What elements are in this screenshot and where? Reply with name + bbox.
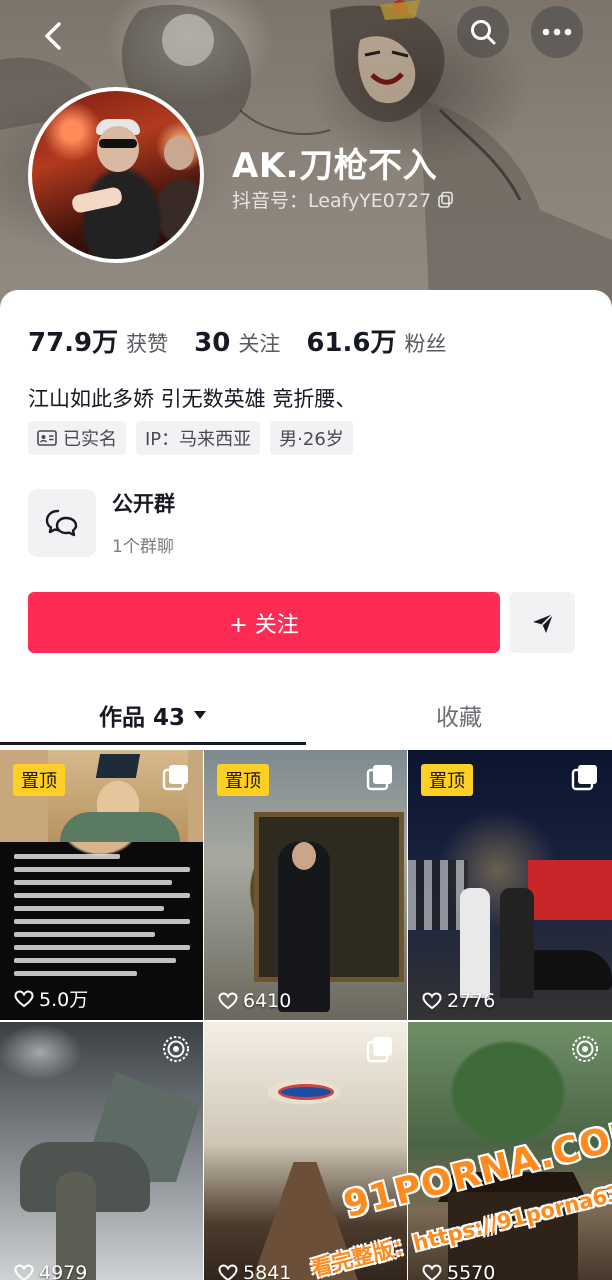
heart-icon: [422, 992, 442, 1010]
stat-likes[interactable]: 77.9万 获赞: [28, 322, 168, 359]
live-photo-icon: [572, 1036, 598, 1062]
douyin-id-text: 抖音号：LeafyYE0727: [232, 190, 432, 212]
multi-image-icon: [366, 1037, 392, 1063]
send-message-button[interactable]: [510, 592, 575, 653]
nickname: AK.刀枪不入: [232, 146, 438, 186]
stat-number: 77.9万: [28, 328, 119, 358]
stat-number: 61.6万: [306, 328, 397, 358]
stat-label: 关注: [238, 332, 281, 356]
heart-icon: [422, 1264, 442, 1280]
verified-tag[interactable]: 已实名: [28, 421, 126, 455]
tab-favorites-label: 收藏: [436, 705, 482, 731]
group-chat-icon: [45, 509, 78, 536]
profile-banner: AK.刀枪不入 抖音号：LeafyYE0727: [0, 0, 612, 320]
ip-tag: IP：马来西亚: [136, 421, 261, 455]
stat-label: 粉丝: [404, 332, 447, 356]
douyin-id[interactable]: 抖音号：LeafyYE0727: [232, 186, 455, 213]
avatar[interactable]: [28, 87, 204, 263]
tab-favorites[interactable]: 收藏: [306, 685, 612, 745]
like-count: 4979: [14, 1262, 87, 1280]
live-photo-icon: [163, 1036, 189, 1062]
stat-label: 获赞: [126, 332, 169, 356]
more-icon: [542, 28, 572, 36]
stats-row: 77.9万 获赞 30 关注 61.6万 粉丝: [28, 322, 447, 359]
group-chat-icon-box: [28, 488, 96, 557]
search-icon: [471, 20, 496, 45]
tab-works[interactable]: 作品 43: [0, 685, 306, 745]
stat-number: 30: [194, 328, 231, 358]
bio-text: 江山如此多娇 引无数英雄 竞折腰、: [28, 387, 357, 411]
heart-icon: [218, 992, 238, 1010]
group-title: 公开群: [112, 492, 175, 516]
like-count-text: 4979: [39, 1262, 88, 1280]
heart-icon: [14, 1264, 34, 1280]
back-arrow-icon: [45, 22, 61, 50]
video-tile[interactable]: 置顶 6410: [204, 750, 407, 1020]
heart-icon: [218, 1264, 238, 1280]
follow-button[interactable]: + 关注: [28, 592, 500, 653]
copy-icon[interactable]: [437, 191, 455, 209]
group-text: 公开群 1个群聊: [112, 488, 175, 557]
like-count: 5570: [422, 1262, 495, 1280]
profile-tags: 已实名 IP：马来西亚 男·26岁: [28, 421, 353, 455]
gender-age-tag: 男·26岁: [270, 421, 353, 455]
tab-works-label: 作品 43: [98, 705, 185, 731]
like-count: 5.0万: [14, 985, 88, 1012]
like-count-text: 6410: [243, 990, 292, 1012]
pinned-badge: 置顶: [13, 764, 65, 796]
send-icon: [532, 612, 554, 633]
stat-following[interactable]: 30 关注: [194, 328, 280, 358]
video-tile[interactable]: 4979: [0, 1022, 203, 1280]
content-tabs: 作品 43 收藏: [0, 685, 612, 747]
video-tile[interactable]: 置顶 5.0万: [0, 750, 203, 1020]
video-tile[interactable]: 置顶 2776: [408, 750, 612, 1020]
search-button[interactable]: [457, 6, 509, 58]
gender-age-label: 男·26岁: [279, 429, 344, 450]
like-count-text: 2776: [447, 990, 496, 1012]
multi-image-icon: [366, 765, 392, 791]
like-count-text: 5.0万: [39, 989, 89, 1011]
like-count: 6410: [218, 990, 291, 1012]
follow-label: + 关注: [229, 612, 299, 638]
more-button[interactable]: [531, 6, 583, 58]
id-card-icon: [37, 430, 57, 446]
like-count: 2776: [422, 990, 495, 1012]
caret-down-icon: [194, 711, 206, 719]
like-count-text: 5570: [447, 1262, 496, 1280]
public-group-entry[interactable]: 公开群 1个群聊: [28, 488, 175, 557]
like-count: 5841: [218, 1262, 291, 1280]
multi-image-icon: [571, 765, 597, 791]
group-subtitle: 1个群聊: [112, 537, 174, 557]
ip-label: IP：马来西亚: [145, 429, 252, 450]
verified-label: 已实名: [63, 429, 117, 450]
heart-icon: [14, 989, 34, 1007]
pinned-badge: 置顶: [421, 764, 473, 796]
pinned-badge: 置顶: [217, 764, 269, 796]
back-button[interactable]: [30, 12, 78, 60]
multi-image-icon: [162, 765, 188, 791]
stat-followers[interactable]: 61.6万 粉丝: [306, 322, 446, 359]
like-count-text: 5841: [243, 1262, 292, 1280]
active-tab-indicator: [0, 742, 306, 745]
